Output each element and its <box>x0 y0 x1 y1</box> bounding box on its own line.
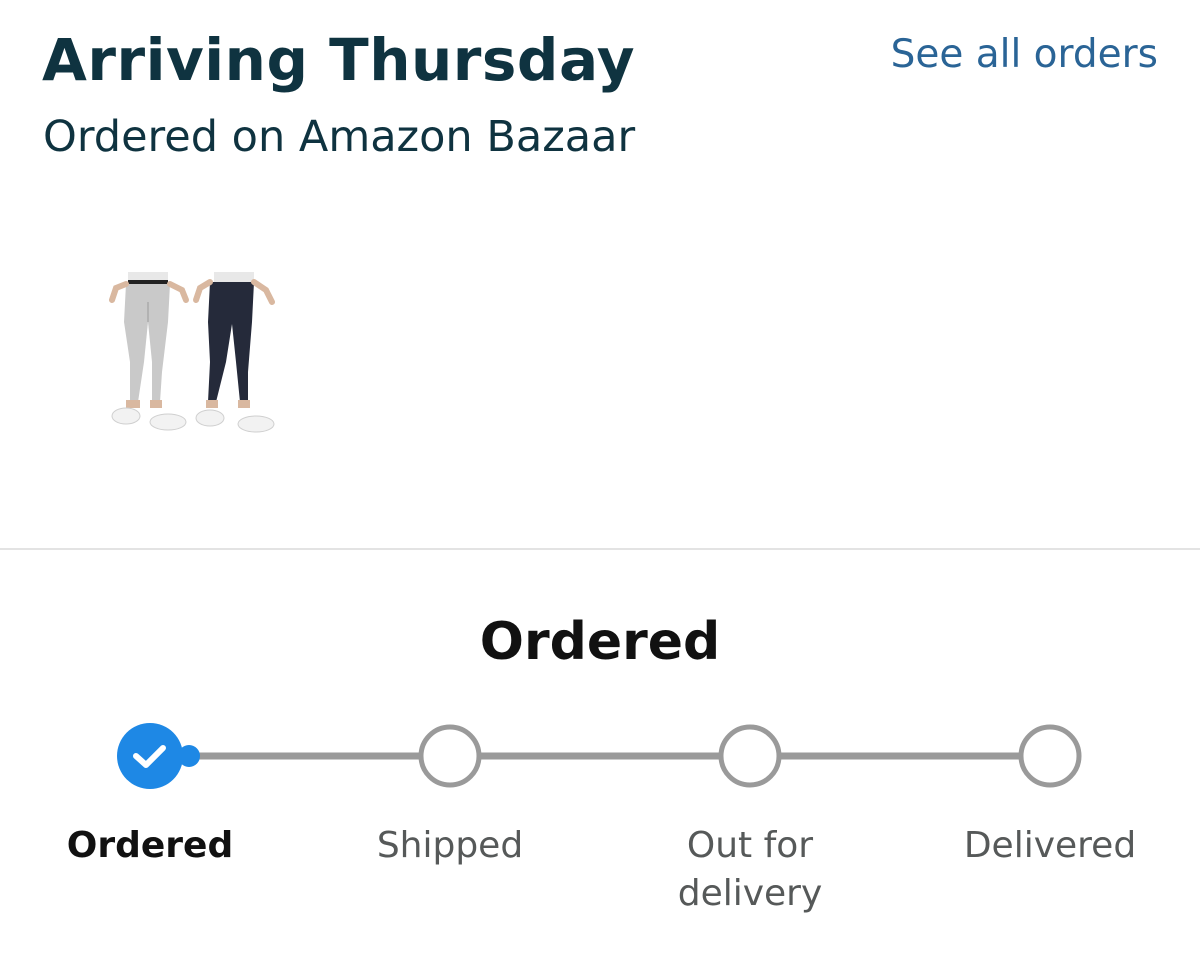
step-ordered-complete-icon <box>117 723 200 789</box>
order-tracking-page: Arriving Thursday See all orders Ordered… <box>0 0 1200 954</box>
step-shipped-pending-icon <box>418 724 482 788</box>
section-divider <box>0 548 1200 550</box>
current-status-heading: Ordered <box>479 612 721 672</box>
step-label-delivered: Delivered <box>963 825 1137 866</box>
product-thumbnail[interactable] <box>102 262 288 440</box>
step-delivered-pending-icon <box>1018 724 1082 788</box>
step-label-out-for-delivery: Out for delivery <box>677 825 823 914</box>
see-all-orders-link[interactable]: See all orders <box>891 32 1158 77</box>
order-source-subtitle: Ordered on Amazon Bazaar <box>43 112 636 162</box>
pants-product-image <box>102 262 288 440</box>
step-label-shipped: Shipped <box>376 825 524 866</box>
arrival-title: Arriving Thursday <box>42 26 636 94</box>
step-out-for-delivery-pending-icon <box>718 724 782 788</box>
step-label-ordered: Ordered <box>66 825 234 866</box>
progress-tracker <box>117 723 1082 789</box>
